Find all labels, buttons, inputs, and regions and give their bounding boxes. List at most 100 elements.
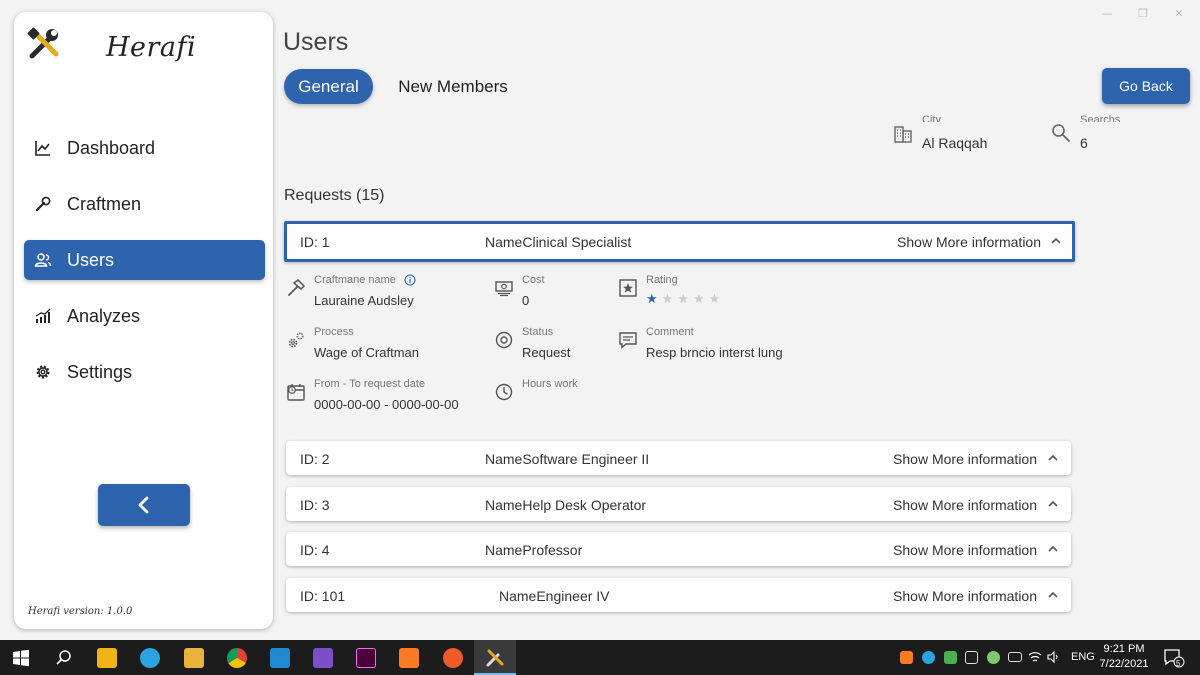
comment-value: Resp brncio interst lung bbox=[646, 345, 783, 360]
users-icon bbox=[34, 253, 52, 267]
show-more-link[interactable]: Show More information bbox=[893, 451, 1037, 467]
request-name: NameEngineer IV bbox=[499, 588, 610, 604]
sidebar-nav: Dashboard Craftmen Users Analyzes Settin… bbox=[24, 128, 265, 408]
telegram-icon[interactable] bbox=[140, 648, 160, 668]
calendar-clock-icon bbox=[287, 384, 305, 401]
chevron-up-icon[interactable] bbox=[1050, 235, 1062, 247]
windows-start-icon[interactable] bbox=[11, 648, 31, 668]
status-label: Status bbox=[522, 326, 554, 338]
show-more-link[interactable]: Show More information bbox=[893, 588, 1037, 604]
request-name: NameSoftware Engineer II bbox=[485, 451, 650, 467]
tray-nvidia-icon[interactable] bbox=[987, 651, 1000, 664]
tray-monitor-icon[interactable] bbox=[965, 651, 978, 664]
tray-app-icon[interactable] bbox=[944, 651, 957, 664]
clock-date: 7/22/2021 bbox=[1099, 658, 1149, 670]
star-icon[interactable]: ★ bbox=[662, 292, 674, 306]
file-explorer-icon[interactable] bbox=[184, 648, 204, 668]
status-detail: Status Request bbox=[494, 326, 570, 360]
page-title: Users bbox=[283, 28, 349, 56]
craftman-label: Craftmane name bbox=[314, 274, 396, 286]
star-icon[interactable]: ★ bbox=[646, 292, 658, 306]
request-row[interactable]: ID: 1 NameClinical Specialist Show More … bbox=[284, 221, 1075, 262]
vscode-icon[interactable] bbox=[270, 648, 290, 668]
sidebar-item-craftmen[interactable]: Craftmen bbox=[24, 184, 265, 224]
go-back-button[interactable]: Go Back bbox=[1102, 68, 1190, 104]
craftman-detail: Craftmane name Lauraine Audsley bbox=[286, 274, 416, 308]
request-row[interactable]: ID: 101 NameEngineer IV Show More inform… bbox=[286, 578, 1071, 612]
hammer-icon bbox=[288, 279, 306, 296]
request-id: ID: 4 bbox=[300, 542, 330, 558]
adobe-xd-icon[interactable] bbox=[356, 648, 376, 668]
date-value: 0000-00-00 - 0000-00-00 bbox=[314, 397, 459, 412]
star-icon[interactable]: ★ bbox=[709, 292, 721, 306]
notification-count: 5 bbox=[1176, 659, 1181, 668]
chevron-up-icon[interactable] bbox=[1047, 543, 1059, 555]
search-icon bbox=[1052, 124, 1070, 142]
request-row[interactable]: ID: 2 NameSoftware Engineer II Show More… bbox=[286, 441, 1071, 475]
comment-detail: Comment Resp brncio interst lung bbox=[618, 326, 783, 360]
sidebar-item-analyzes[interactable]: Analyzes bbox=[24, 296, 265, 336]
status-circle-icon bbox=[495, 331, 513, 349]
close-button[interactable]: ✕ bbox=[1172, 6, 1186, 22]
info-icon[interactable] bbox=[404, 274, 416, 286]
sidebar-item-label: Users bbox=[67, 249, 115, 270]
clock-icon bbox=[495, 383, 513, 401]
xampp-icon[interactable] bbox=[399, 648, 419, 668]
wifi-icon[interactable] bbox=[1028, 650, 1042, 664]
searches-label: Searchs bbox=[1080, 114, 1121, 122]
request-id: ID: 3 bbox=[300, 497, 330, 513]
requests-title: Requests (15) bbox=[284, 187, 385, 204]
cost-label: Cost bbox=[522, 274, 545, 286]
tray-network-app-icon[interactable] bbox=[922, 651, 935, 664]
rating-detail: Rating ★ ★ ★ ★ ★ bbox=[618, 274, 720, 306]
visual-studio-icon[interactable] bbox=[313, 648, 333, 668]
chrome-icon[interactable] bbox=[227, 648, 247, 668]
chevron-up-icon[interactable] bbox=[1047, 498, 1059, 510]
sidebar-item-label: Craftmen bbox=[67, 193, 142, 214]
tray-xampp-icon[interactable] bbox=[900, 651, 913, 664]
chevron-up-icon[interactable] bbox=[1047, 452, 1059, 464]
tab-new-members[interactable]: New Members bbox=[386, 69, 520, 104]
postman-icon[interactable] bbox=[443, 648, 463, 668]
show-more-link[interactable]: Show More information bbox=[893, 542, 1037, 558]
show-more-link[interactable]: Show More information bbox=[897, 234, 1041, 250]
search-taskbar-icon[interactable] bbox=[54, 648, 74, 668]
battery-icon[interactable] bbox=[1008, 652, 1022, 662]
sidebar: Herafi Dashboard Craftmen Users Analyzes… bbox=[14, 12, 273, 629]
collapse-sidebar-button[interactable] bbox=[98, 484, 190, 526]
wrench-icon bbox=[35, 196, 51, 212]
comment-label: Comment bbox=[646, 326, 694, 338]
rating-label: Rating bbox=[646, 274, 678, 286]
process-label: Process bbox=[314, 326, 354, 338]
request-name: NameProfessor bbox=[485, 542, 583, 558]
sidebar-item-dashboard[interactable]: Dashboard bbox=[24, 128, 265, 168]
store-icon[interactable] bbox=[97, 648, 117, 668]
gears-icon bbox=[288, 332, 304, 348]
system-clock[interactable]: 9:21 PM 7/22/2021 bbox=[1098, 642, 1150, 672]
date-label: From - To request date bbox=[314, 378, 426, 390]
city-info: City Al Raqqah bbox=[892, 114, 987, 151]
process-value: Wage of Craftman bbox=[314, 345, 420, 360]
clock-time: 9:21 PM bbox=[1103, 643, 1145, 655]
request-row[interactable]: ID: 3 NameHelp Desk Operator Show More i… bbox=[286, 487, 1071, 521]
tab-general[interactable]: General bbox=[284, 69, 373, 104]
hours-detail: Hours work bbox=[494, 378, 578, 402]
star-icon[interactable]: ★ bbox=[693, 292, 705, 306]
star-icon[interactable]: ★ bbox=[677, 292, 689, 306]
chevron-left-icon bbox=[138, 496, 149, 514]
language-indicator[interactable]: ENG bbox=[1071, 651, 1095, 663]
chevron-up-icon[interactable] bbox=[1047, 589, 1059, 601]
maximize-button[interactable]: ❐ bbox=[1136, 6, 1150, 22]
minimize-button[interactable]: — bbox=[1100, 6, 1114, 22]
sidebar-item-users[interactable]: Users bbox=[24, 240, 265, 280]
analytics-icon bbox=[35, 308, 51, 323]
show-more-link[interactable]: Show More information bbox=[893, 497, 1037, 513]
herafi-app-icon[interactable] bbox=[485, 648, 505, 668]
notification-icon[interactable] bbox=[1163, 648, 1185, 668]
sidebar-item-settings[interactable]: Settings bbox=[24, 352, 265, 392]
volume-icon[interactable] bbox=[1046, 650, 1060, 664]
hours-label: Hours work bbox=[522, 378, 578, 390]
taskbar: ENG 9:21 PM 7/22/2021 5 bbox=[0, 640, 1200, 675]
request-row[interactable]: ID: 4 NameProfessor Show More informatio… bbox=[286, 532, 1071, 566]
status-value: Request bbox=[522, 345, 571, 360]
